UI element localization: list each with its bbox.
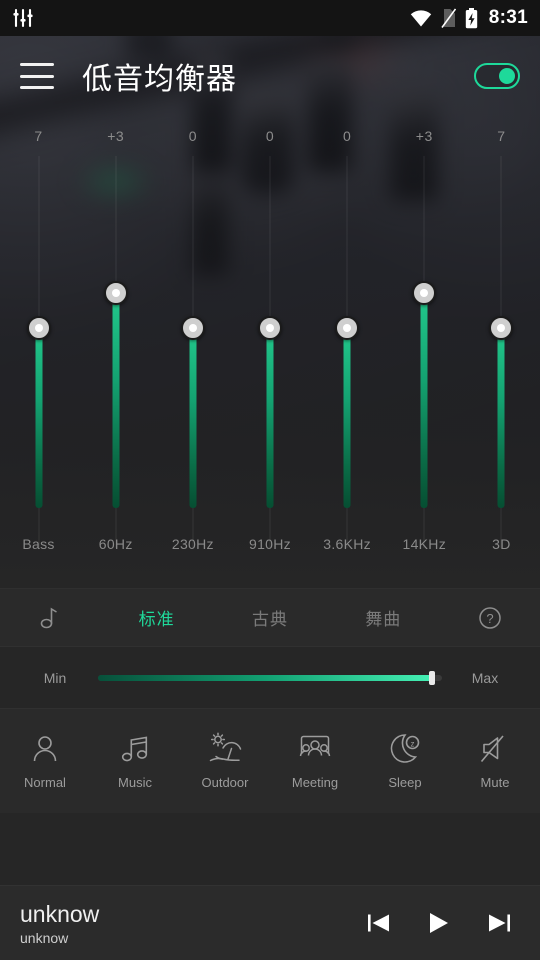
eq-band-fill (497, 328, 505, 508)
tab-classical[interactable]: 古典 (213, 605, 326, 630)
player-controls (366, 910, 520, 936)
mode-label: Mute (480, 775, 510, 790)
eq-band-value: +3 (107, 128, 125, 144)
help-circle-icon[interactable]: ? (440, 606, 540, 630)
eq-band-label: 230Hz (171, 536, 214, 552)
track-artist: unknow (20, 929, 69, 946)
toggle-knob (499, 68, 515, 84)
status-bar-left (12, 8, 34, 28)
eq-band-value: 0 (188, 128, 197, 144)
mode-normal[interactable]: Normal (0, 732, 90, 790)
music-notes-icon (118, 732, 152, 766)
eq-band-label: 60Hz (98, 536, 133, 552)
app-bar: 低音均衡器 (0, 36, 540, 116)
equalizer-icon (12, 8, 34, 28)
eq-band-fill (35, 328, 43, 508)
page-title: 低音均衡器 (82, 63, 237, 96)
hamburger-menu-icon[interactable] (20, 63, 54, 89)
mode-meeting[interactable]: Meeting (270, 732, 360, 790)
mode-sleep[interactable]: z Sleep (360, 732, 450, 790)
now-playing-bar: unknow unknow (0, 885, 540, 960)
mode-label: Meeting (291, 775, 339, 790)
status-bar: 8:31 (0, 0, 540, 36)
eq-band-thumb[interactable] (412, 281, 437, 305)
eq-band-14khz[interactable]: +3 14KHz (386, 116, 463, 588)
eq-band-label: Bass (22, 536, 55, 552)
mode-label: Outdoor (201, 775, 249, 790)
eq-band-value: +3 (415, 128, 433, 144)
track-title: unknow (20, 900, 100, 927)
eq-band-value: 7 (34, 128, 43, 144)
tab-standard[interactable]: 标准 (100, 605, 213, 630)
range-min-label: Min (43, 669, 67, 686)
sound-mode-bar: Normal Music Outdoor Meeting z Sleep Mut… (0, 708, 540, 813)
mode-music[interactable]: Music (90, 732, 180, 790)
status-bar-right: 8:31 (410, 7, 528, 29)
music-note-icon[interactable] (0, 606, 100, 630)
eq-band-fill (420, 293, 428, 508)
range-fill (98, 674, 432, 681)
bass-boost-slider-row: Min Max (0, 646, 540, 708)
eq-band-fill (189, 328, 197, 508)
range-max-label: Max (471, 669, 499, 686)
moon-sleep-icon: z (388, 732, 422, 766)
now-playing-meta: unknow unknow (20, 901, 99, 946)
eq-band-bass[interactable]: 7 Bass (0, 116, 77, 588)
meeting-people-icon (297, 732, 333, 766)
eq-band-910hz[interactable]: 0 910Hz (231, 116, 308, 588)
eq-band-label: 3D (492, 536, 511, 552)
svg-text:z: z (411, 740, 415, 749)
eq-band-value: 0 (265, 128, 275, 144)
eq-band-thumb[interactable] (180, 316, 205, 340)
eq-band-thumb[interactable] (489, 316, 514, 340)
equalizer-band-list: 7 Bass +3 60Hz 0 230Hz 0 910Hz 0 3.6KHz … (0, 116, 540, 588)
bass-boost-slider[interactable] (98, 670, 442, 685)
tab-dance[interactable]: 舞曲 (327, 605, 440, 630)
eq-band-thumb[interactable] (26, 316, 51, 340)
eq-band-value: 0 (342, 128, 352, 144)
eq-band-fill (112, 293, 120, 508)
status-bar-clock: 8:31 (488, 7, 528, 28)
mode-label: Music (118, 775, 152, 790)
eq-band-3d[interactable]: 7 3D (463, 116, 540, 588)
eq-band-label: 3.6KHz (323, 536, 371, 552)
mode-label: Normal (24, 775, 66, 790)
eq-band-value: 7 (497, 128, 506, 144)
eq-band-fill (266, 328, 274, 508)
eq-band-label: 14KHz (402, 536, 447, 552)
skip-next-icon[interactable] (486, 911, 512, 935)
eq-band-3-6khz[interactable]: 0 3.6KHz (309, 116, 386, 588)
person-icon (28, 732, 62, 766)
beach-umbrella-icon (207, 732, 243, 766)
skip-previous-icon[interactable] (366, 911, 392, 935)
mode-label: Sleep (388, 775, 422, 790)
no-sim-icon (441, 8, 456, 28)
eq-band-thumb[interactable] (335, 316, 360, 340)
play-icon[interactable] (426, 910, 452, 936)
eq-band-thumb[interactable] (103, 281, 128, 305)
mode-mute[interactable]: Mute (450, 732, 540, 790)
eq-band-thumb[interactable] (257, 316, 282, 340)
preset-tab-bar: 标准 古典 舞曲 ? (0, 588, 540, 646)
mode-outdoor[interactable]: Outdoor (180, 732, 270, 790)
battery-charging-icon (465, 7, 478, 29)
eq-band-60hz[interactable]: +3 60Hz (77, 116, 154, 588)
speaker-mute-icon (478, 732, 512, 766)
eq-band-fill (343, 328, 351, 508)
wifi-icon (410, 9, 432, 27)
eq-band-230hz[interactable]: 0 230Hz (154, 116, 231, 588)
range-thumb[interactable] (428, 670, 435, 685)
equalizer-power-toggle[interactable] (474, 63, 520, 89)
eq-band-label: 910Hz (249, 536, 291, 552)
equalizer-panel: 7 Bass +3 60Hz 0 230Hz 0 910Hz 0 3.6KHz … (0, 116, 540, 588)
svg-text:?: ? (486, 611, 493, 626)
